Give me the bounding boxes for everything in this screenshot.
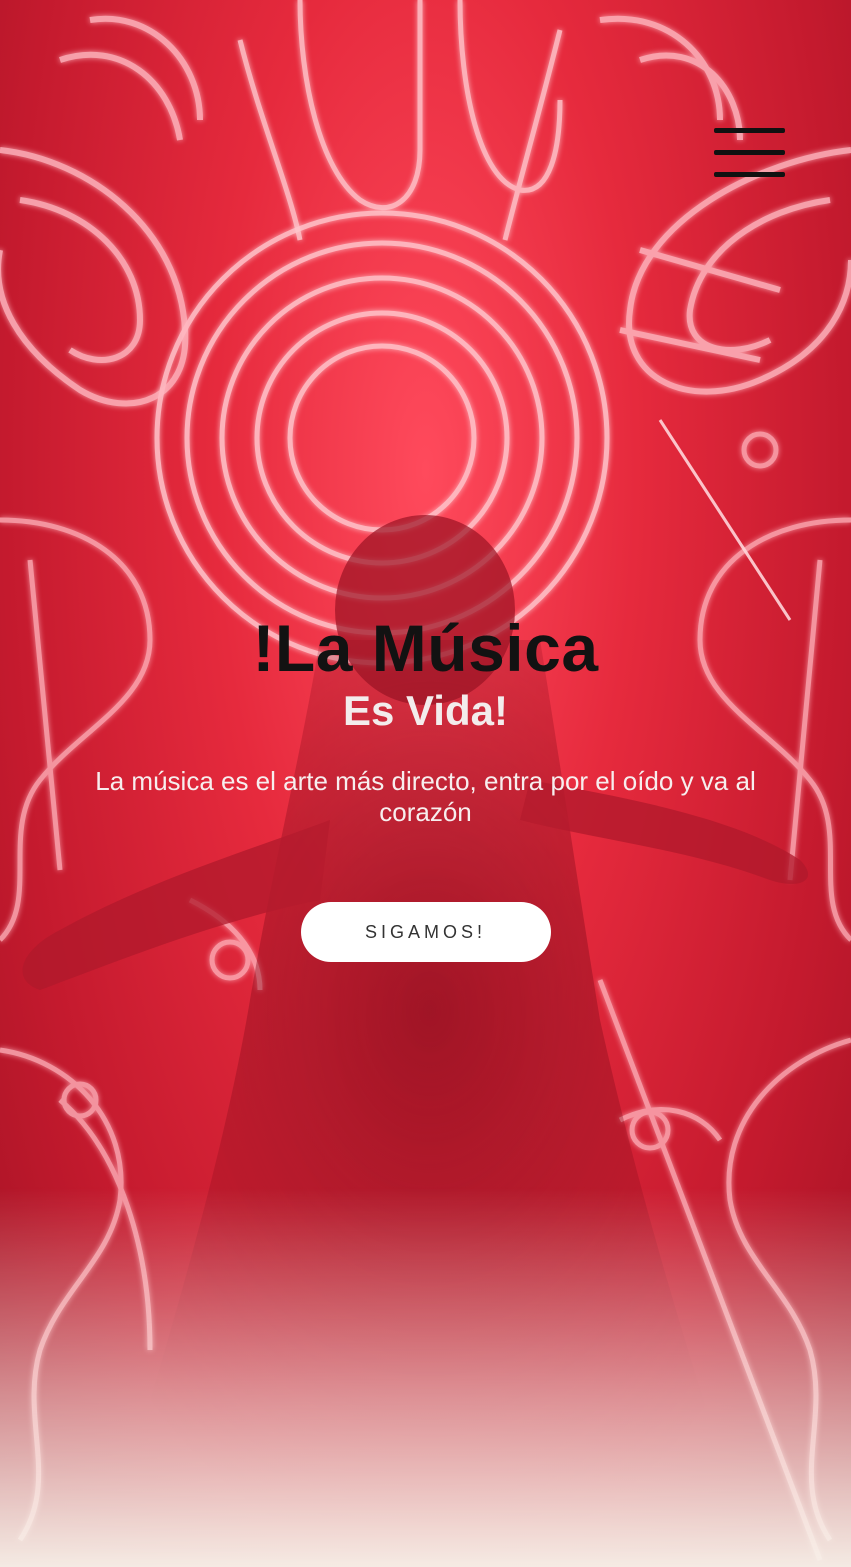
hero-section: !La Música Es Vida! La música es el arte…: [0, 0, 851, 1567]
bottom-fade-overlay: [0, 1187, 851, 1567]
hero-content: !La Música Es Vida! La música es el arte…: [0, 610, 851, 962]
menu-bar-middle: [714, 150, 785, 155]
hero-subtitle: Es Vida!: [343, 687, 508, 734]
sigamos-button[interactable]: SIGAMOS!: [300, 902, 551, 962]
hero-description: La música es el arte más directo, entra …: [95, 766, 756, 827]
menu-bar-bottom: [714, 172, 785, 177]
hamburger-menu-icon[interactable]: [714, 128, 785, 178]
hero-title: !La Música: [252, 611, 599, 685]
menu-bar-top: [714, 128, 785, 133]
